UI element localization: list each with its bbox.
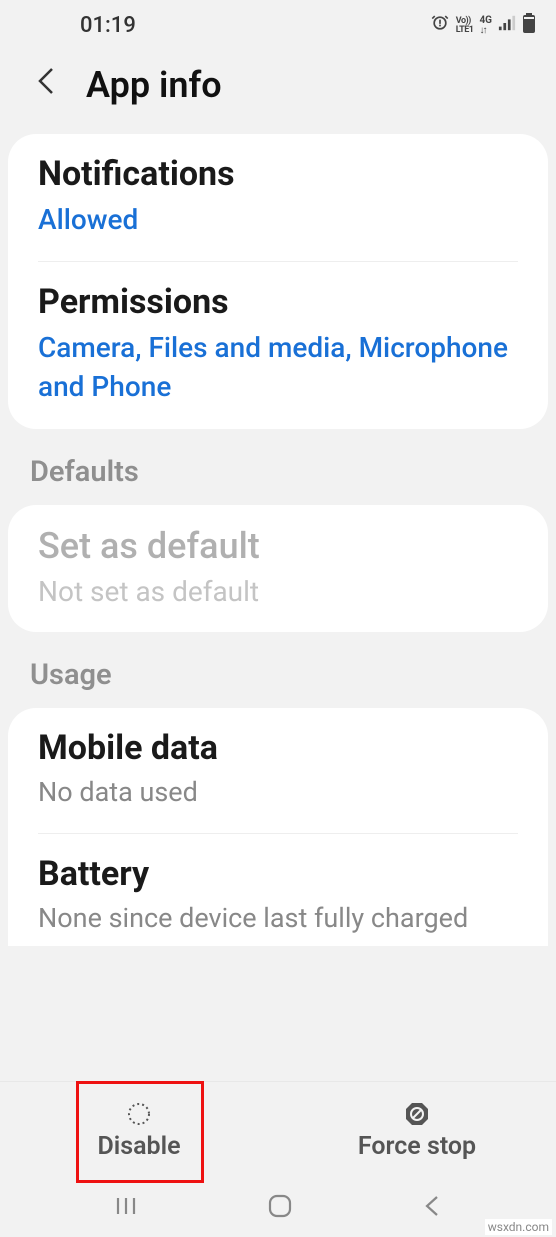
battery-value: None since device last fully charged [38, 900, 518, 936]
volte-icon: Vo))LTE1 [456, 17, 474, 35]
page-title: App info [86, 64, 222, 106]
battery-icon [522, 13, 536, 39]
row-set-default[interactable]: Set as default Not set as default [8, 505, 548, 633]
disable-icon [125, 1100, 153, 1128]
row-notifications[interactable]: Notifications Allowed [8, 134, 548, 261]
section-defaults: Defaults [0, 429, 556, 505]
mobile-data-title: Mobile data [38, 728, 518, 768]
nav-bar [0, 1179, 556, 1237]
disable-label: Disable [97, 1132, 180, 1161]
force-stop-label: Force stop [358, 1132, 476, 1161]
home-icon[interactable] [266, 1192, 294, 1224]
status-time: 01:19 [80, 13, 136, 38]
header: App info [0, 42, 556, 134]
notifications-value: Allowed [38, 200, 518, 239]
battery-title: Battery [38, 854, 518, 894]
back-icon[interactable] [36, 65, 60, 105]
row-mobile-data[interactable]: Mobile data No data used [8, 708, 548, 832]
disable-button[interactable]: Disable [0, 1082, 278, 1179]
force-stop-icon [403, 1100, 431, 1128]
permissions-value: Camera, Files and media, Microphone and … [38, 328, 518, 406]
status-icons: Vo))LTE1 4G↓↑ [430, 13, 536, 39]
bottom-actions: Disable Force stop [0, 1081, 556, 1179]
watermark: wsxdn.com [485, 1219, 552, 1235]
card-defaults: Set as default Not set as default [8, 505, 548, 633]
section-usage: Usage [0, 632, 556, 708]
row-permissions[interactable]: Permissions Camera, Files and media, Mic… [8, 262, 548, 428]
card-1: Notifications Allowed Permissions Camera… [8, 134, 548, 429]
status-bar: 01:19 Vo))LTE1 4G↓↑ [0, 0, 556, 42]
card-usage: Mobile data No data used Battery None si… [8, 708, 548, 946]
alarm-icon [430, 13, 450, 39]
recents-icon[interactable] [113, 1193, 139, 1223]
mobile-data-value: No data used [38, 774, 518, 810]
nav-back-icon[interactable] [421, 1193, 443, 1223]
network-type-icon: 4G↓↑ [479, 16, 492, 36]
set-default-title: Set as default [38, 525, 518, 567]
set-default-value: Not set as default [38, 573, 518, 611]
row-battery[interactable]: Battery None since device last fully cha… [8, 834, 548, 946]
notifications-title: Notifications [38, 154, 518, 194]
permissions-title: Permissions [38, 282, 518, 322]
signal-icon [498, 13, 516, 38]
force-stop-button[interactable]: Force stop [278, 1082, 556, 1179]
